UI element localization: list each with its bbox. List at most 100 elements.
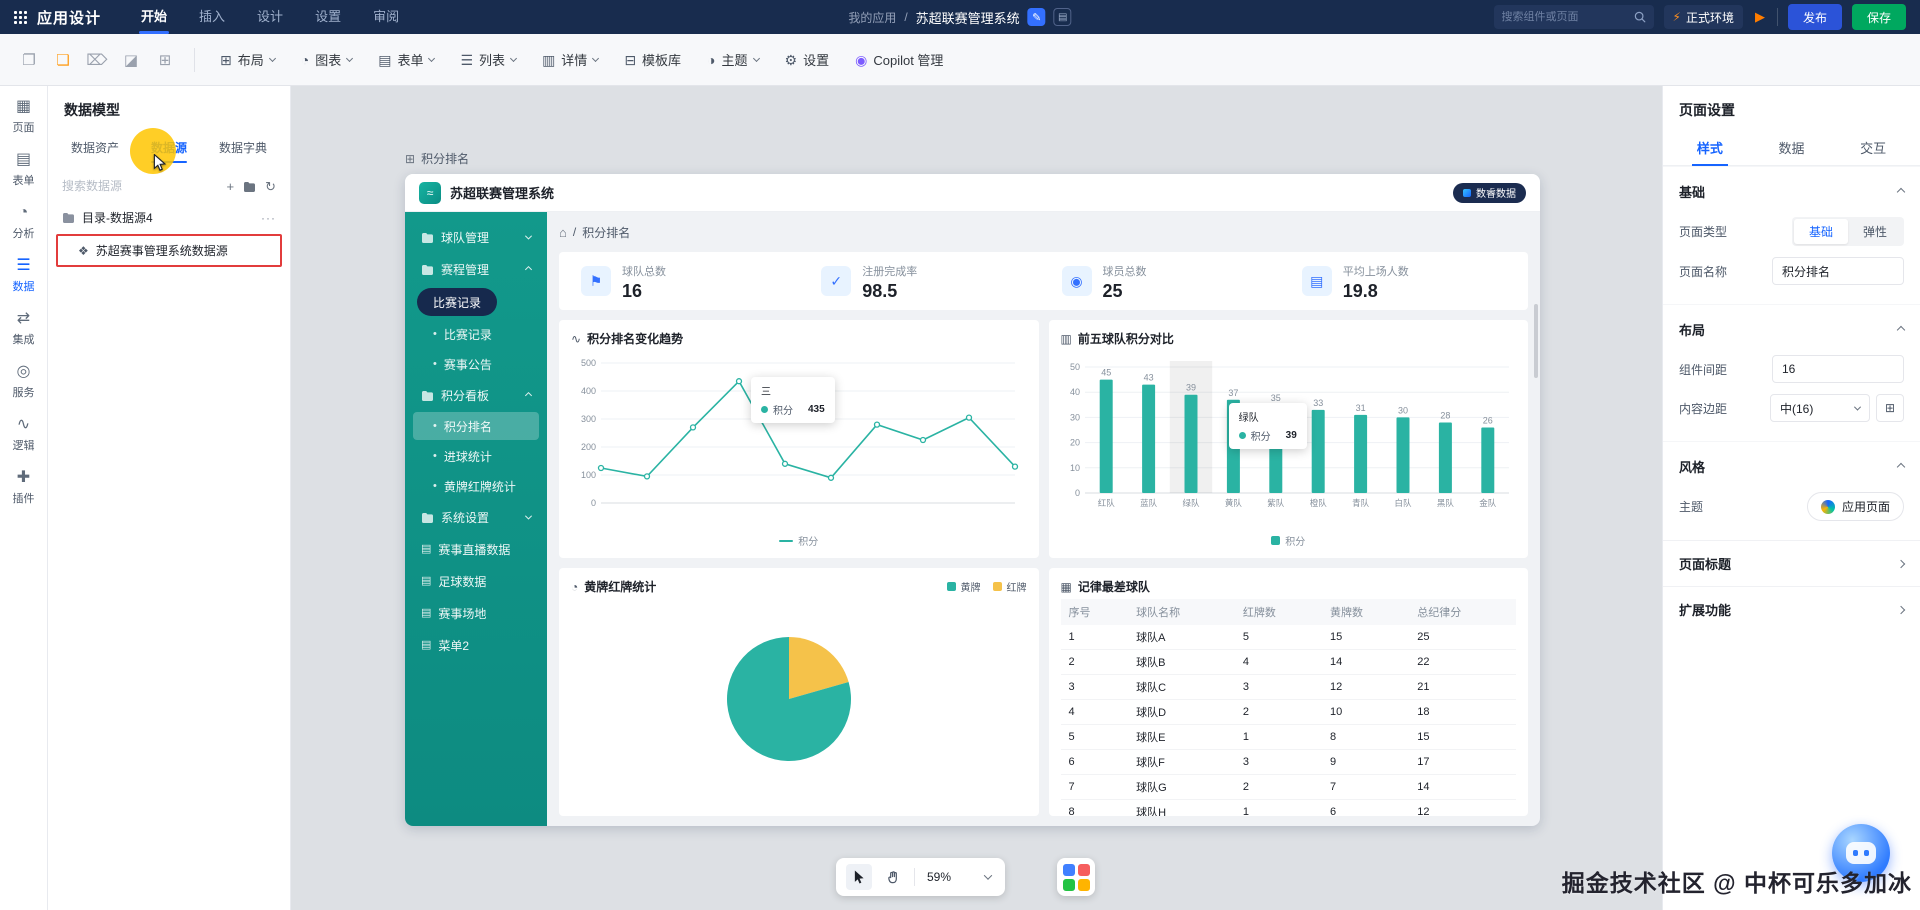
widgets-button[interactable] bbox=[1057, 858, 1095, 896]
ribbon-template-library-button[interactable]: ⊟ 模板库 bbox=[613, 44, 692, 75]
publish-button[interactable]: 发布 bbox=[1787, 4, 1842, 30]
rail-item-services[interactable]: ◎ 服务 bbox=[0, 355, 48, 408]
section-page-title[interactable]: 页面标题 bbox=[1663, 540, 1920, 586]
scrollbar[interactable] bbox=[1534, 304, 1538, 378]
rail-item-forms[interactable]: ▤ 表单 bbox=[0, 143, 48, 196]
tab-data-sources[interactable]: 数据源 bbox=[132, 132, 206, 163]
datasource-folder[interactable]: 目录-数据源4 ··· bbox=[48, 201, 290, 234]
rail-item-pages[interactable]: ▦ 页面 bbox=[0, 90, 48, 143]
edit-icon[interactable]: ✎ bbox=[1027, 8, 1046, 26]
topbar-search-input[interactable] bbox=[1501, 11, 1628, 23]
table-row[interactable]: 1 球队A 5 15 25 bbox=[1060, 625, 1516, 650]
preview-play-button[interactable]: ▶ bbox=[1753, 9, 1767, 25]
insert-table-icon[interactable]: ⊞ bbox=[150, 45, 180, 75]
section-style-header[interactable]: 风格 bbox=[1679, 452, 1906, 481]
ribbon-copilot-button[interactable]: ◉ Copilot 管理 bbox=[844, 44, 954, 75]
table-row[interactable]: 7 球队G 2 7 14 bbox=[1060, 774, 1516, 800]
settings-icon: ⚙ bbox=[784, 51, 798, 68]
rail-item-logic[interactable]: ∿ 逻辑 bbox=[0, 408, 48, 461]
doc-icon[interactable]: ▤ bbox=[1053, 8, 1072, 26]
ribbon-layout-button[interactable]: ⊞ 布局 bbox=[209, 44, 286, 75]
section-basic-header[interactable]: 基础 bbox=[1679, 177, 1906, 206]
menu-item[interactable]: ▤ 赛事场地 bbox=[413, 598, 539, 628]
segment-basic[interactable]: 基础 bbox=[1793, 219, 1848, 244]
topbar-menu-item[interactable]: 插入 bbox=[183, 0, 241, 34]
table-card[interactable]: ▦ 记律最差球队 序号 球队名称 红牌数 黄牌数 总纪律分 1 球队A 5 15 25 2 球队B 4 1… bbox=[1048, 568, 1528, 816]
topbar-menu-item[interactable]: 开始 bbox=[125, 0, 183, 34]
ribbon-theme-button[interactable]: ◑ 主题 bbox=[696, 44, 769, 75]
design-canvas[interactable]: ⊞ 积分排名 ≈ 苏超联赛管理系统 数睿数据 球队管理 赛程管理 比赛记录 • 比赛记录… bbox=[291, 86, 1662, 910]
padding-advanced-button[interactable]: ⊞ bbox=[1876, 394, 1904, 422]
bar-chart-card[interactable]: ▥ 前五球队积分对比 0 10 20 30 40 50 45 红队 43 蓝队 39 绿队 37 黄队 35… bbox=[1048, 320, 1528, 558]
rail-item-data[interactable]: ☰ 数据 bbox=[0, 249, 48, 302]
ribbon-form-button[interactable]: ▤ 表单 bbox=[367, 44, 445, 75]
tab-data-dictionary[interactable]: 数据字典 bbox=[206, 132, 280, 163]
menu-item-selected[interactable]: 比赛记录 bbox=[417, 288, 498, 316]
hand-tool-button[interactable] bbox=[880, 864, 906, 890]
topbar-search[interactable] bbox=[1493, 5, 1654, 29]
zoom-level-select[interactable]: 59% bbox=[923, 870, 995, 884]
add-icon[interactable]: + bbox=[227, 180, 235, 193]
menu-item[interactable]: ▤ 足球数据 bbox=[413, 566, 539, 596]
ribbon-list-button[interactable]: ☰ 列表 bbox=[449, 44, 527, 75]
refresh-icon[interactable]: ↻ bbox=[265, 180, 276, 193]
datasource-item-selected[interactable]: ❖ 苏超赛事管理系统数据源 bbox=[56, 234, 282, 267]
theme-select[interactable]: 应用页面 bbox=[1806, 492, 1904, 521]
table-row[interactable]: 5 球队E 1 8 15 bbox=[1060, 724, 1516, 750]
topbar-menu-item[interactable]: 审阅 bbox=[357, 0, 415, 34]
theme-icon bbox=[1820, 499, 1835, 514]
delete-icon[interactable]: ⌦ bbox=[82, 45, 112, 75]
topbar-menu-item[interactable]: 设置 bbox=[299, 0, 357, 34]
menu-subitem[interactable]: • 赛事公告 bbox=[413, 350, 539, 378]
table-row[interactable]: 8 球队H 1 6 12 bbox=[1060, 799, 1516, 816]
cursor-tool-button[interactable] bbox=[846, 864, 872, 890]
menu-item[interactable]: ▤ 菜单2 bbox=[413, 630, 539, 660]
menu-group[interactable]: 积分看板 bbox=[413, 380, 539, 410]
menu-group[interactable]: 球队管理 bbox=[413, 222, 539, 252]
rail-item-integration[interactable]: ⇄ 集成 bbox=[0, 302, 48, 355]
tab-data[interactable]: 数据 bbox=[1751, 130, 1833, 165]
table-row[interactable]: 2 球队B 4 14 22 bbox=[1060, 649, 1516, 675]
tab-interaction[interactable]: 交互 bbox=[1832, 130, 1914, 165]
apps-grid-icon[interactable] bbox=[14, 10, 27, 24]
table-row[interactable]: 6 球队F 3 9 17 bbox=[1060, 749, 1516, 775]
tab-data-assets[interactable]: 数据资产 bbox=[58, 132, 132, 163]
app-preview-frame[interactable]: ≈ 苏超联赛管理系统 数睿数据 球队管理 赛程管理 比赛记录 • 比赛记录 • 赛事公告 积分… bbox=[405, 174, 1540, 826]
menu-subitem[interactable]: • 积分排名 bbox=[413, 412, 539, 440]
menu-item[interactable]: ▤ 赛事直播数据 bbox=[413, 534, 539, 564]
save-button[interactable]: 保存 bbox=[1851, 4, 1906, 30]
environment-badge[interactable]: ⚡ 正式环境 bbox=[1663, 5, 1743, 29]
pie-chart-card[interactable]: ◔ 黄牌红牌统计 黄牌 红牌 bbox=[559, 568, 1039, 816]
section-extensions[interactable]: 扩展功能 bbox=[1663, 586, 1920, 632]
table-row[interactable]: 3 球队C 3 12 21 bbox=[1060, 674, 1516, 700]
rail-item-plugins[interactable]: ✚ 插件 bbox=[0, 461, 48, 514]
topbar-menu-item[interactable]: 设计 bbox=[241, 0, 299, 34]
segment-flex[interactable]: 弹性 bbox=[1848, 219, 1902, 244]
rail-item-analysis[interactable]: ◔ 分析 bbox=[0, 196, 48, 249]
datasource-search-input[interactable] bbox=[62, 179, 218, 193]
ribbon-chart-button[interactable]: ◔ 图表 bbox=[290, 44, 363, 75]
add-folder-icon[interactable] bbox=[243, 181, 256, 192]
ribbon-settings-button[interactable]: ⚙ 设置 bbox=[774, 44, 841, 75]
line-chart-card[interactable]: ∿ 积分排名变化趋势 0 100 200 300 400 500 三积分 435 积分 bbox=[559, 320, 1039, 558]
tab-style[interactable]: 样式 bbox=[1669, 130, 1751, 166]
component-gap-input[interactable] bbox=[1772, 355, 1904, 383]
page-preview[interactable]: ⊞ 积分排名 ≈ 苏超联赛管理系统 数睿数据 球队管理 赛程管理 比赛记录 • 比赛记录… bbox=[405, 150, 1540, 826]
format-painter-icon[interactable]: ◪ bbox=[116, 45, 146, 75]
page-name-input[interactable] bbox=[1772, 257, 1904, 285]
menu-subitem[interactable]: • 进球统计 bbox=[413, 442, 539, 470]
more-icon[interactable]: ··· bbox=[261, 211, 276, 225]
breadcrumb-parent[interactable]: 我的应用 bbox=[848, 9, 896, 26]
section-layout-header[interactable]: 布局 bbox=[1679, 315, 1906, 344]
copy-icon[interactable]: ❐ bbox=[14, 45, 44, 75]
menu-subitem[interactable]: • 黄牌红牌统计 bbox=[413, 472, 539, 500]
menu-subitem[interactable]: • 比赛记录 bbox=[413, 320, 539, 348]
menu-group[interactable]: 系统设置 bbox=[413, 502, 539, 532]
paste-icon[interactable]: ❏ bbox=[48, 45, 78, 75]
table-row[interactable]: 4 球队D 2 10 18 bbox=[1060, 699, 1516, 725]
menu-group[interactable]: 赛程管理 bbox=[413, 254, 539, 284]
home-icon[interactable]: ⌂ bbox=[559, 225, 567, 240]
brand-badge[interactable]: 数睿数据 bbox=[1453, 182, 1526, 203]
content-padding-select[interactable]: 中(16) bbox=[1770, 394, 1870, 422]
ribbon-detail-button[interactable]: ▥ 详情 bbox=[531, 44, 609, 75]
